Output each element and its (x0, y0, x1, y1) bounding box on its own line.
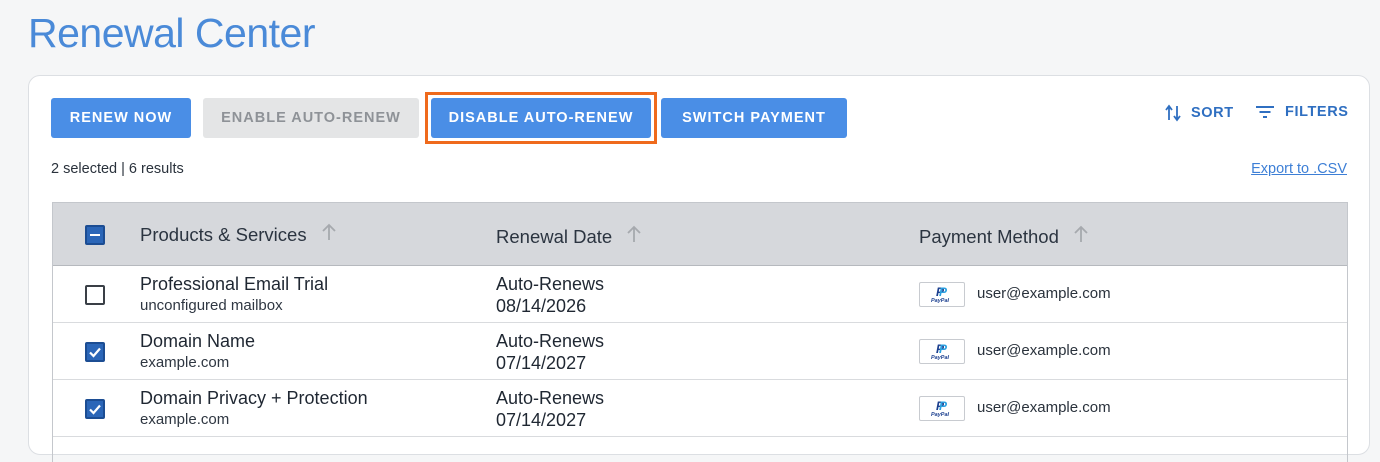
renewal-type: Auto-Renews (496, 388, 605, 408)
payment-email: user@example.com (977, 399, 1111, 416)
paypal-wordmark: PayPal (931, 412, 950, 418)
renewal-type: Auto-Renews (496, 274, 605, 294)
product-subtitle: example.com (140, 354, 230, 371)
payment-email: user@example.com (977, 285, 1111, 302)
sort-icon (1165, 104, 1181, 122)
table-row[interactable]: Domain Privacy + Protection example.com … (53, 380, 1347, 437)
disable-auto-renew-button[interactable]: DISABLE AUTO-RENEW (431, 98, 651, 138)
filters-button[interactable]: FILTERS (1255, 104, 1349, 120)
page-title: Renewal Center (28, 10, 316, 56)
paypal-wordmark: PayPal (931, 355, 950, 361)
renew-now-button[interactable]: RENEW NOW (51, 98, 191, 138)
table-header: Products & Services Renewal Date Payment… (53, 203, 1347, 266)
select-all-checkbox[interactable] (85, 225, 105, 245)
table-row[interactable]: Domain Name example.com Auto-Renews 07/1… (53, 323, 1347, 380)
paypal-wordmark: PayPal (931, 298, 950, 304)
checkmark-icon (89, 404, 101, 415)
filters-label: FILTERS (1285, 104, 1349, 120)
column-header-payment-method[interactable]: Payment Method (919, 225, 1089, 248)
filter-icon (1255, 104, 1275, 120)
enable-auto-renew-button[interactable]: ENABLE AUTO-RENEW (203, 98, 419, 138)
product-subtitle: example.com (140, 411, 230, 428)
column-header-renewal-date-label: Renewal Date (496, 225, 613, 247)
sort-label: SORT (1191, 105, 1234, 121)
column-header-products[interactable]: Products & Services (140, 223, 337, 246)
checkmark-icon (89, 347, 101, 358)
row-checkbox[interactable] (85, 342, 105, 362)
renewal-type: Auto-Renews (496, 331, 605, 351)
row-checkbox[interactable] (85, 285, 105, 305)
switch-payment-button[interactable]: SWITCH PAYMENT (661, 98, 847, 138)
sort-button[interactable]: SORT (1165, 104, 1234, 122)
product-name: Professional Email Trial (140, 274, 329, 294)
renewals-table: Products & Services Renewal Date Payment… (52, 202, 1348, 462)
paypal-mark: PP (936, 399, 948, 413)
row-checkbox[interactable] (85, 399, 105, 419)
renewal-date: 07/14/2027 (496, 410, 587, 430)
paypal-mark: PP (936, 285, 948, 299)
renewal-date: 08/14/2026 (496, 296, 587, 316)
table-row[interactable]: Professional Email Trial unconfigured ma… (53, 266, 1347, 323)
paypal-icon: PP PayPal (919, 396, 965, 421)
renewal-card: RENEW NOW ENABLE AUTO-RENEW DISABLE AUTO… (28, 75, 1370, 462)
product-name: Domain Name (140, 331, 256, 351)
renewal-date: 07/14/2027 (496, 353, 587, 373)
sort-arrow-up-icon (626, 225, 642, 248)
paypal-icon: PP PayPal (919, 339, 965, 364)
export-csv-link[interactable]: Export to .CSV (1251, 161, 1347, 177)
payment-email: user@example.com (977, 342, 1111, 359)
sort-arrow-up-icon (1073, 225, 1089, 248)
paypal-mark: PP (936, 342, 948, 356)
selection-summary: 2 selected | 6 results (51, 161, 184, 177)
column-header-payment-method-label: Payment Method (919, 225, 1059, 247)
product-subtitle: unconfigured mailbox (140, 297, 283, 314)
column-header-products-label: Products & Services (140, 223, 307, 245)
sort-arrow-up-icon (321, 223, 337, 246)
column-header-renewal-date[interactable]: Renewal Date (496, 225, 642, 248)
paypal-icon: PP PayPal (919, 282, 965, 307)
product-name: Domain Privacy + Protection (140, 388, 368, 408)
